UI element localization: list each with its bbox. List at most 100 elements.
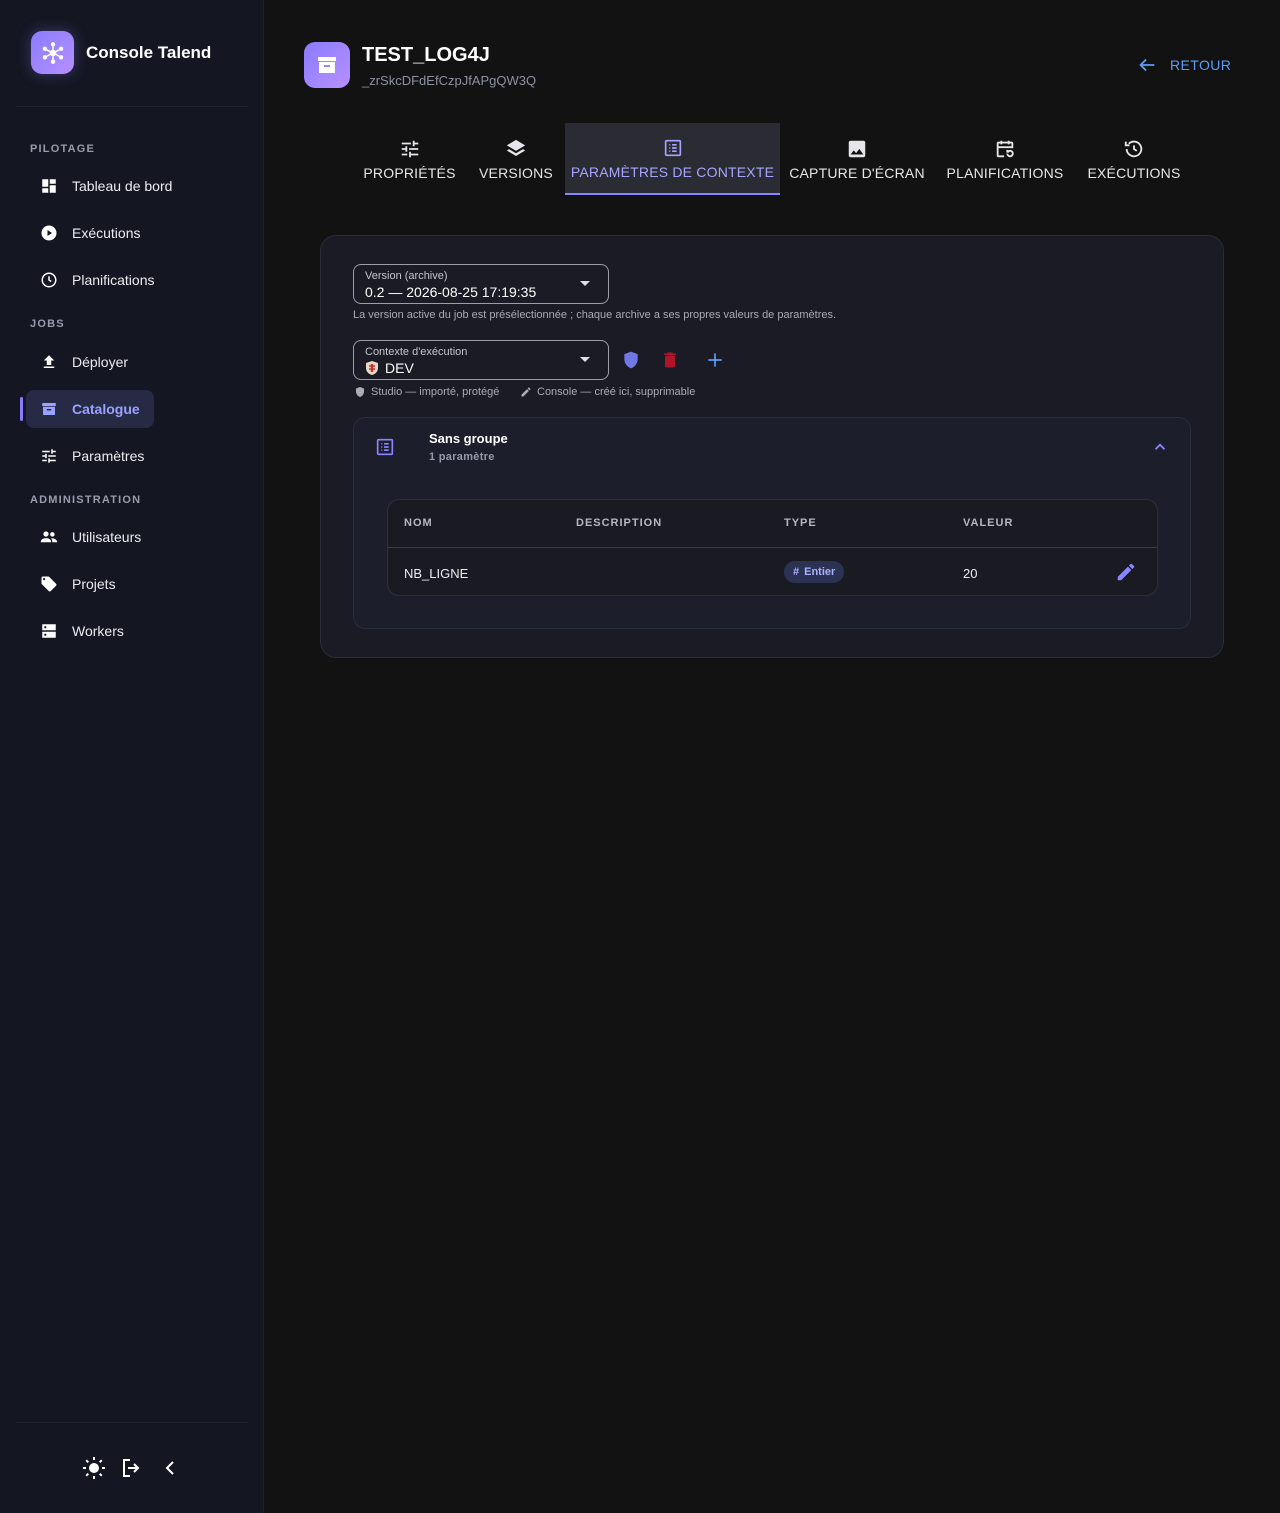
context-select-value: DEV bbox=[385, 360, 414, 376]
tab-proprietes[interactable]: PROPRIÉTÉS bbox=[357, 123, 462, 195]
sidebar-item-label: Tableau de bord bbox=[72, 178, 173, 194]
play-circle-icon bbox=[41, 225, 57, 241]
logout-icon[interactable] bbox=[120, 1456, 144, 1480]
sidebar-item-executions[interactable]: Exécutions bbox=[26, 214, 154, 252]
chevron-up-icon[interactable] bbox=[1151, 438, 1169, 456]
tab-label: PLANIFICATIONS bbox=[946, 164, 1064, 181]
sidebar-item-label: Projets bbox=[72, 576, 116, 592]
tune-icon bbox=[42, 449, 56, 463]
legend-console-text: Console — créé ici, supprimable bbox=[537, 386, 696, 398]
shield-icon bbox=[356, 387, 364, 397]
tab-label: PROPRIÉTÉS bbox=[363, 164, 456, 181]
active-indicator bbox=[20, 397, 23, 421]
sidebar-item-workers[interactable]: Workers bbox=[26, 612, 138, 650]
section-administration: ADMINISTRATION bbox=[30, 494, 142, 506]
dashboard-icon bbox=[42, 179, 56, 193]
cell-value: 20 bbox=[963, 566, 978, 581]
sidebar-item-utilisateurs[interactable]: Utilisateurs bbox=[26, 518, 155, 556]
job-id: _zrSkcDFdEfCzpJfAPgQW3Q bbox=[362, 73, 537, 88]
header-divider bbox=[388, 547, 1157, 548]
upload-icon bbox=[43, 355, 55, 368]
tab-label: VERSIONS bbox=[479, 164, 553, 181]
brand-name: Console Talend bbox=[86, 42, 212, 62]
sidebar-footer-divider bbox=[16, 1422, 248, 1423]
section-pilotage: PILOTAGE bbox=[30, 143, 96, 155]
parameters-table: NOM DESCRIPTION TYPE VALEUR NB_LIGNE # E… bbox=[387, 499, 1158, 596]
sidebar-item-parametres[interactable]: Paramètres bbox=[26, 437, 158, 475]
sidebar-item-projets[interactable]: Projets bbox=[26, 565, 130, 603]
column-header-nom: NOM bbox=[404, 517, 433, 529]
legend-console: Console — créé ici, supprimable bbox=[520, 386, 695, 398]
tab-label: CAPTURE D'ÉCRAN bbox=[789, 164, 925, 181]
section-jobs: JOBS bbox=[30, 318, 65, 330]
context-select-label: Contexte d'exécution bbox=[365, 346, 468, 358]
people-icon bbox=[40, 531, 58, 543]
studio-badge-icon bbox=[366, 361, 378, 375]
layers-icon bbox=[506, 139, 526, 156]
column-header-description: DESCRIPTION bbox=[576, 517, 663, 529]
server-icon bbox=[42, 624, 56, 638]
sidebar-item-dashboard[interactable]: Tableau de bord bbox=[26, 167, 186, 205]
sidebar-item-label: Workers bbox=[72, 623, 124, 639]
clock-icon bbox=[41, 272, 57, 288]
group-count: 1 paramètre bbox=[429, 451, 495, 463]
type-chip: # Entier bbox=[784, 561, 845, 583]
archive-icon bbox=[42, 403, 56, 415]
sidebar-item-label: Déployer bbox=[72, 354, 129, 370]
column-header-valeur: VALEUR bbox=[963, 517, 1014, 529]
context-select[interactable]: Contexte d'exécution DEV bbox=[353, 340, 609, 380]
back-label: RETOUR bbox=[1170, 57, 1232, 73]
list-alt-icon bbox=[376, 438, 394, 456]
sidebar-item-label: Catalogue bbox=[72, 401, 140, 417]
column-header-type: TYPE bbox=[784, 517, 817, 529]
caret-down-icon bbox=[580, 357, 590, 362]
tab-label: PARAMÈTRES DE CONTEXTE bbox=[570, 163, 775, 180]
cell-name: NB_LIGNE bbox=[404, 566, 469, 581]
tune-icon bbox=[401, 140, 418, 157]
edit-pencil-icon[interactable] bbox=[1115, 561, 1137, 583]
version-helper-text: La version active du job est présélectio… bbox=[353, 309, 837, 321]
add-icon[interactable] bbox=[705, 350, 725, 370]
pencil-icon bbox=[521, 387, 531, 397]
caret-down-icon bbox=[580, 281, 590, 286]
page-title: TEST_LOG4J bbox=[362, 44, 490, 66]
hash-icon: # bbox=[793, 566, 800, 578]
hub-icon bbox=[31, 31, 74, 74]
tab-executions[interactable]: EXÉCUTIONS bbox=[1084, 123, 1184, 195]
cell-type: Entier bbox=[804, 566, 836, 578]
sidebar-item-planifications[interactable]: Planifications bbox=[26, 261, 169, 299]
parameter-group: Sans groupe 1 paramètre NOM DESCRIPTION … bbox=[353, 417, 1191, 629]
chevron-left-icon[interactable] bbox=[158, 1456, 182, 1480]
tab-versions[interactable]: VERSIONS bbox=[470, 123, 562, 195]
back-button[interactable]: RETOUR bbox=[1136, 54, 1231, 76]
shield-icon[interactable] bbox=[621, 350, 641, 370]
sidebar: Console Talend PILOTAGE Tableau de bord … bbox=[0, 0, 264, 1513]
brand[interactable]: Console Talend bbox=[31, 31, 211, 74]
image-icon bbox=[848, 140, 866, 157]
sidebar-item-deployer[interactable]: Déployer bbox=[26, 343, 142, 381]
tab-planifications[interactable]: PLANIFICATIONS bbox=[942, 123, 1068, 195]
tab-capture-ecran[interactable]: CAPTURE D'ÉCRAN bbox=[788, 123, 926, 195]
sidebar-footer bbox=[82, 1456, 182, 1480]
sun-icon[interactable] bbox=[82, 1456, 106, 1480]
sidebar-item-label: Utilisateurs bbox=[72, 529, 142, 545]
legend-studio: Studio — importé, protégé bbox=[354, 386, 499, 398]
calendar-refresh-icon bbox=[996, 140, 1014, 157]
sidebar-item-label: Planifications bbox=[72, 272, 155, 288]
group-title: Sans groupe bbox=[429, 431, 508, 446]
delete-icon[interactable] bbox=[660, 350, 680, 370]
version-select[interactable]: Version (archive) 0.2 — 2026-08-25 17:19… bbox=[353, 264, 609, 304]
job-archive-icon bbox=[304, 42, 350, 88]
tag-icon bbox=[41, 576, 57, 592]
context-select-value-wrap: DEV bbox=[365, 360, 414, 376]
version-select-value: 0.2 — 2026-08-25 17:19:35 bbox=[365, 284, 537, 300]
tab-parametres-contexte[interactable]: PARAMÈTRES DE CONTEXTE bbox=[565, 123, 780, 195]
history-icon bbox=[1124, 140, 1143, 157]
legend-studio-text: Studio — importé, protégé bbox=[371, 386, 500, 398]
version-select-label: Version (archive) bbox=[365, 270, 448, 282]
tab-label: EXÉCUTIONS bbox=[1087, 164, 1181, 181]
arrow-left-icon bbox=[1139, 58, 1155, 72]
list-alt-icon bbox=[664, 139, 681, 156]
sidebar-divider bbox=[16, 106, 248, 107]
sidebar-item-catalogue[interactable]: Catalogue bbox=[26, 390, 154, 428]
